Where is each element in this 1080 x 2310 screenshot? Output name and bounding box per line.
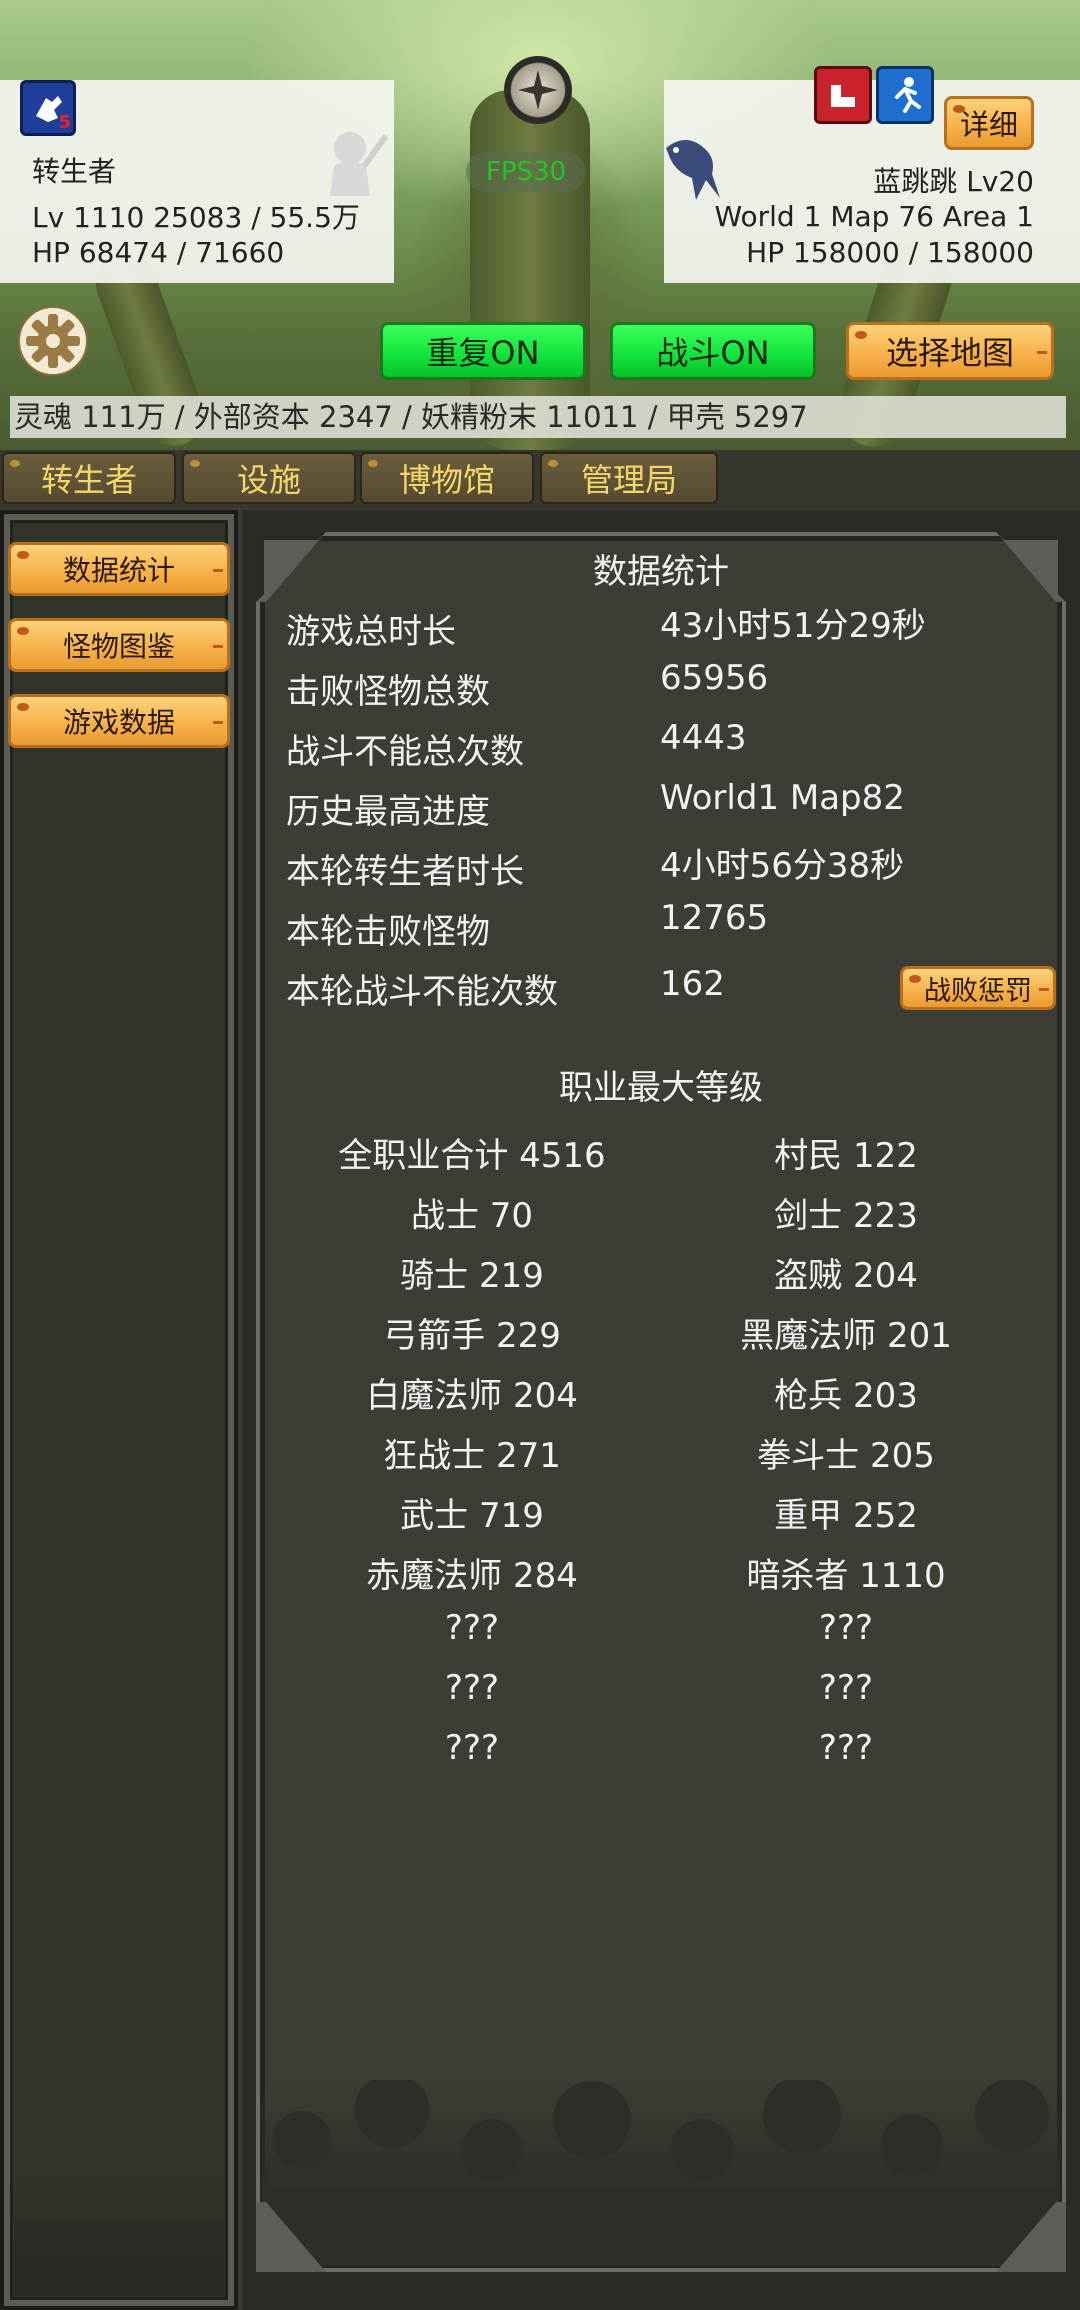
job-level-entry: ??? — [818, 1728, 874, 1768]
side-menu-decoration — [14, 2180, 224, 2296]
stat-label: 本轮战斗不能次数 — [286, 972, 558, 1012]
stat-value: 43小时51分29秒 — [660, 606, 926, 646]
job-level-entry: 赤魔法师 284 — [366, 1556, 578, 1596]
stat-label: 本轮转生者时长 — [286, 852, 524, 892]
player-sprite — [320, 126, 390, 202]
job-level-entry: 暗杀者 1110 — [746, 1556, 946, 1596]
stat-value: 4小时56分38秒 — [660, 846, 905, 886]
frame-corner — [996, 2202, 1066, 2272]
job-level-entry: 白魔法师 204 — [366, 1376, 578, 1416]
defeat-penalty-label: 战败惩罚 — [924, 975, 1032, 1007]
job-level-entry: 狂战士 271 — [383, 1436, 561, 1476]
settings-gear-icon[interactable] — [16, 304, 90, 378]
job-level-entry: ??? — [444, 1728, 500, 1768]
job-level-entry: 武士 719 — [400, 1496, 544, 1536]
stats-title: 数据统计 — [593, 552, 729, 592]
select-map-button[interactable]: 选择地图 — [846, 322, 1054, 380]
player-level-exp: Lv 1110 25083 / 55.5万 — [32, 201, 360, 234]
enemy-hp: HP 158000 / 158000 — [746, 236, 1034, 269]
stat-value: 4443 — [660, 718, 747, 758]
job-level-entry: 枪兵 203 — [774, 1376, 918, 1416]
job-level-entry: 骑士 219 — [400, 1256, 544, 1296]
tab-museum[interactable]: 博物馆 — [360, 452, 534, 504]
detail-label: 详细 — [959, 108, 1018, 142]
stat-label: 本轮击败怪物 — [286, 912, 490, 952]
player-name: 转生者 — [32, 155, 117, 188]
job-level-entry: 战士 70 — [410, 1196, 534, 1236]
menu-item-bestiary[interactable]: 怪物图鉴 — [8, 618, 230, 672]
job-level-entry: 村民 122 — [774, 1136, 918, 1176]
tab-reincarnator[interactable]: 转生者 — [2, 452, 176, 504]
menu-item-label: 数据统计 — [62, 554, 175, 587]
defeat-penalty-button[interactable]: 战败惩罚 — [900, 966, 1056, 1010]
muscle-icon[interactable] — [814, 66, 872, 124]
job-level-entry: ??? — [444, 1608, 500, 1648]
tab-facilities[interactable]: 设施 — [182, 452, 356, 504]
tab-bureau[interactable]: 管理局 — [540, 452, 718, 504]
side-menu — [0, 510, 238, 2310]
stat-value: 65956 — [660, 658, 769, 698]
resource-bar: 灵魂 111万 / 外部资本 2347 / 妖精粉末 11011 / 甲壳 52… — [10, 396, 1066, 438]
job-badge: 5 — [58, 112, 71, 133]
panel-bottom-decoration — [262, 2080, 1060, 2266]
job-level-entry: 重甲 252 — [774, 1496, 918, 1536]
job-level-entry: 弓箭手 229 — [383, 1316, 561, 1356]
enemy-location: World 1 Map 76 Area 1 — [714, 200, 1034, 233]
enemy-name-level: 蓝跳跳 Lv20 — [873, 165, 1034, 198]
detail-button[interactable]: 详细 — [944, 96, 1034, 150]
menu-item-statistics[interactable]: 数据统计 — [8, 542, 230, 596]
job-levels-title: 职业最大等级 — [559, 1068, 763, 1108]
tab-label: 博物馆 — [398, 461, 495, 499]
stat-value: 12765 — [660, 898, 769, 938]
stat-label: 击败怪物总数 — [286, 672, 490, 712]
stat-value: World1 Map82 — [660, 778, 905, 818]
job-level-entry: 黑魔法师 201 — [740, 1316, 952, 1356]
menu-item-label: 怪物图鉴 — [62, 630, 175, 663]
select-map-label: 选择地图 — [885, 334, 1014, 372]
stat-value: 162 — [660, 964, 725, 1004]
job-level-entry: 剑士 223 — [774, 1196, 918, 1236]
tab-label: 设施 — [236, 461, 301, 499]
job-level-entry: 盗贼 204 — [774, 1256, 918, 1296]
compass-icon[interactable] — [504, 56, 572, 124]
menu-item-game-data[interactable]: 游戏数据 — [8, 694, 230, 748]
tab-label: 管理局 — [580, 461, 677, 499]
battle-toggle-button[interactable]: 战斗ON — [610, 322, 816, 380]
job-level-entry: 全职业合计 4516 — [338, 1136, 606, 1176]
player-hp: HP 68474 / 71660 — [32, 236, 285, 269]
job-level-entry: 拳斗士 205 — [757, 1436, 935, 1476]
job-level-entry: ??? — [818, 1608, 874, 1648]
tab-label: 转生者 — [40, 461, 137, 499]
fps-counter: FPS30 — [466, 152, 586, 192]
repeat-toggle-button[interactable]: 重复ON — [380, 322, 586, 380]
job-level-entry: ??? — [818, 1668, 874, 1708]
stat-label: 历史最高进度 — [286, 792, 490, 832]
fist-job-icon[interactable]: 5 — [20, 80, 76, 136]
menu-item-label: 游戏数据 — [62, 706, 175, 739]
running-icon[interactable] — [876, 66, 934, 124]
stat-label: 战斗不能总次数 — [286, 732, 524, 772]
job-level-entry: ??? — [444, 1668, 500, 1708]
stat-label: 游戏总时长 — [286, 612, 456, 652]
frame-corner — [256, 2202, 326, 2272]
